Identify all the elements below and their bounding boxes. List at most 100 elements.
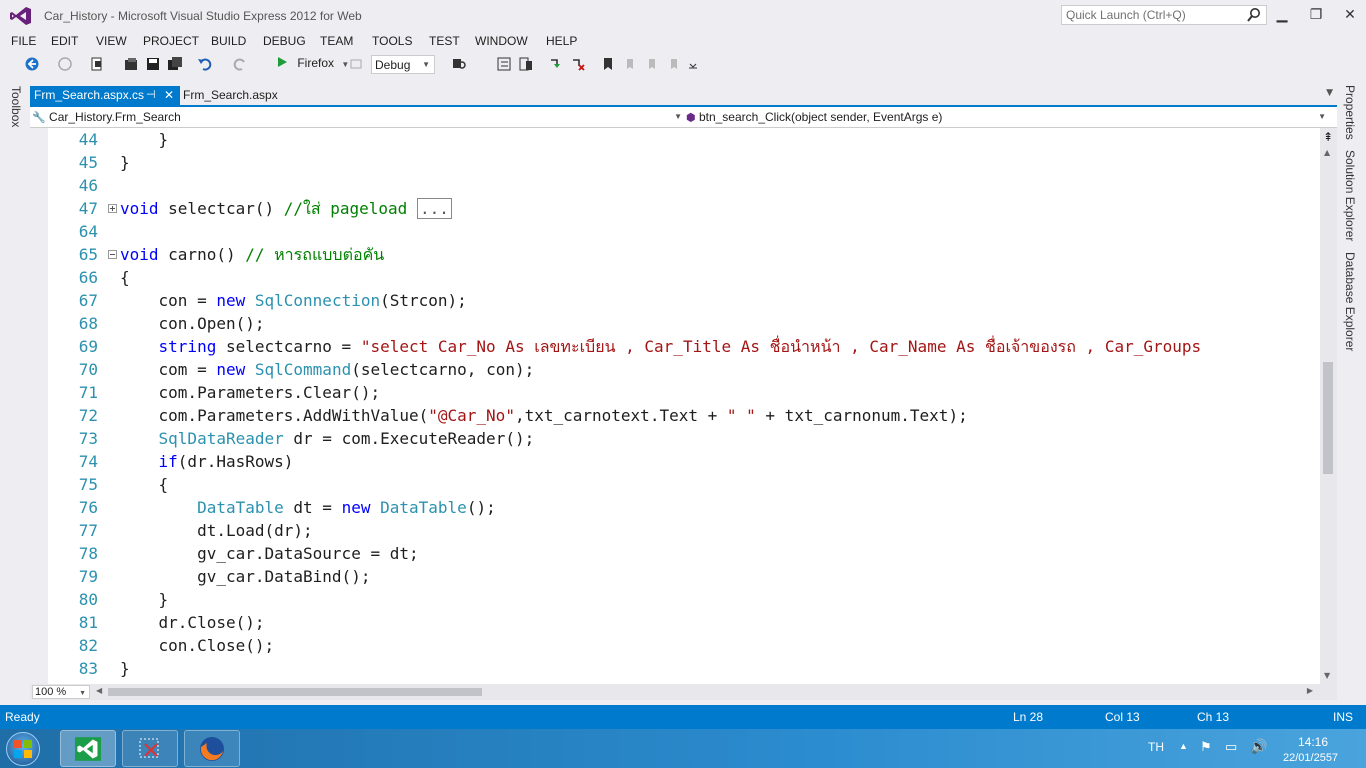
collapse-icon[interactable] xyxy=(108,250,117,259)
input-language[interactable]: TH xyxy=(1148,740,1164,754)
code-line: 65 void carno() // หารถแบบต่อคัน xyxy=(78,245,385,264)
windows-logo-icon xyxy=(14,740,32,758)
menu-view[interactable]: VIEW xyxy=(96,34,127,48)
menu-window[interactable]: WINDOW xyxy=(475,34,528,48)
code-line: 81 dr.Close(); xyxy=(78,613,265,632)
navigate-back-icon[interactable] xyxy=(24,56,40,72)
step-icon[interactable] xyxy=(548,56,564,72)
horizontal-scroll-thumb[interactable] xyxy=(108,688,482,696)
windows-taskbar: TH ▲ ⚑ ▭ 🔊 14:16 22/01/2557 xyxy=(0,729,1366,768)
menu-help[interactable]: HELP xyxy=(546,34,577,48)
menu-bar: FILE EDIT VIEW PROJECT BUILD DEBUG TEAM … xyxy=(0,32,1366,52)
code-editor[interactable]: 44 } 45} 46 47 void selectcar() //ใส่ pag… xyxy=(48,128,1320,684)
menu-file[interactable]: FILE xyxy=(11,34,36,48)
menu-test[interactable]: TEST xyxy=(429,34,460,48)
menu-tools[interactable]: TOOLS xyxy=(372,34,412,48)
code-line: 75 { xyxy=(78,475,169,494)
class-dropdown[interactable]: 🔧 Car_History.Frm_Search ▼ xyxy=(32,108,682,126)
title-bar: Car_History - Microsoft Visual Studio Ex… xyxy=(0,0,1366,32)
taskbar-snipping-tool[interactable] xyxy=(122,730,178,767)
quick-launch-input[interactable]: Quick Launch (Ctrl+Q) xyxy=(1061,5,1267,25)
scroll-right-icon[interactable]: ▶ xyxy=(1307,686,1313,695)
open-file-icon[interactable] xyxy=(123,56,139,72)
code-line: 68 con.Open(); xyxy=(78,314,265,333)
search-icon xyxy=(1247,8,1260,22)
database-explorer-tab[interactable]: Database Explorer xyxy=(1343,252,1357,351)
code-line: 76 DataTable dt = new DataTable(); xyxy=(78,498,496,517)
clock-time[interactable]: 14:16 xyxy=(1298,735,1328,749)
run-target-label: Firefox xyxy=(297,56,335,70)
visual-studio-logo-icon xyxy=(10,7,31,25)
status-insert-mode: INS xyxy=(1333,710,1354,724)
solution-explorer-tab[interactable]: Solution Explorer xyxy=(1343,150,1357,241)
previous-bookmark-icon[interactable] xyxy=(622,56,638,72)
close-tab-icon[interactable]: ✕ xyxy=(164,86,174,105)
member-dropdown[interactable]: ⬢ btn_search_Click(object sender, EventA… xyxy=(686,108,1326,126)
member-dropdown-value: btn_search_Click(object sender, EventArg… xyxy=(698,110,943,124)
start-button[interactable] xyxy=(6,732,40,766)
right-panel-strip: Properties Solution Explorer Database Ex… xyxy=(1337,80,1366,704)
code-line: 47 void selectcar() //ใส่ pageload ... xyxy=(48,197,1320,220)
menu-team[interactable]: TEAM xyxy=(320,34,353,48)
properties-tab[interactable]: Properties xyxy=(1343,85,1357,140)
scissors-icon xyxy=(139,738,159,758)
exception-icon[interactable] xyxy=(570,56,586,72)
collapsed-region[interactable]: ... xyxy=(416,198,452,219)
configuration-value: Debug xyxy=(375,58,411,72)
minimize-button[interactable]: ▁ xyxy=(1268,5,1296,25)
code-line: 79 gv_car.DataBind(); xyxy=(78,567,371,586)
scroll-down-icon[interactable]: ▼ xyxy=(1324,671,1330,680)
code-line: 67 con = new SqlConnection(Strcon); xyxy=(78,291,467,310)
start-debugging-button[interactable]: Firefox ▼ xyxy=(276,56,349,74)
expand-icon[interactable] xyxy=(108,204,117,213)
quick-launch-placeholder: Quick Launch (Ctrl+Q) xyxy=(1066,8,1186,22)
tab-label: Frm_Search.aspx xyxy=(183,88,278,102)
split-icon[interactable]: ⇞ xyxy=(1323,130,1333,144)
solution-configuration-select[interactable]: Debug ▼ xyxy=(371,55,435,74)
bookmark-icon[interactable] xyxy=(600,56,616,72)
code-line: 74 if(dr.HasRows) xyxy=(78,452,294,471)
menu-debug[interactable]: DEBUG xyxy=(263,34,306,48)
scroll-left-icon[interactable]: ◀ xyxy=(96,686,102,695)
toolbar-overflow-icon[interactable] xyxy=(685,56,701,72)
code-line: 46 xyxy=(78,176,98,195)
find-in-files-icon[interactable] xyxy=(451,56,467,72)
tab-overflow-chevron-icon[interactable]: ▼ xyxy=(1326,88,1333,98)
save-all-icon[interactable] xyxy=(167,56,183,72)
clock-date[interactable]: 22/01/2557 xyxy=(1283,752,1338,764)
toolbox-tab[interactable]: Toolbox xyxy=(9,86,23,127)
code-line: 72 com.Parameters.AddWithValue("@Car_No"… xyxy=(78,406,968,425)
editor-margin xyxy=(30,128,48,684)
pin-icon[interactable]: ⊣ xyxy=(146,86,156,105)
taskbar-visual-studio[interactable] xyxy=(60,730,116,767)
vertical-scroll-thumb[interactable] xyxy=(1323,362,1333,474)
taskbar-firefox[interactable] xyxy=(184,730,240,767)
tab-frm-search-aspx-cs[interactable]: Frm_Search.aspx.cs ⊣ ✕ xyxy=(30,86,180,105)
redo-icon[interactable] xyxy=(232,56,248,72)
solution-explorer-icon[interactable] xyxy=(496,56,512,72)
class-dropdown-value: Car_History.Frm_Search xyxy=(49,110,181,124)
new-project-icon[interactable] xyxy=(89,56,105,72)
zoom-level-select[interactable]: 100 % ▼ xyxy=(32,685,90,699)
browser-link-icon[interactable] xyxy=(349,56,365,72)
scroll-up-icon[interactable]: ▲ xyxy=(1324,148,1330,157)
properties-window-icon[interactable] xyxy=(518,56,534,72)
network-icon[interactable]: ▭ xyxy=(1225,739,1237,755)
chevron-down-icon: ▼ xyxy=(422,60,430,69)
tray-expand-icon[interactable]: ▲ xyxy=(1179,741,1188,751)
next-bookmark-icon[interactable] xyxy=(644,56,660,72)
restore-button[interactable]: ❐ xyxy=(1302,5,1330,25)
close-button[interactable]: ✕ xyxy=(1336,5,1364,25)
firefox-icon xyxy=(200,737,224,761)
action-center-icon[interactable]: ⚑ xyxy=(1200,739,1212,755)
volume-icon[interactable]: 🔊 xyxy=(1250,738,1267,755)
tab-frm-search-aspx[interactable]: Frm_Search.aspx xyxy=(180,86,278,105)
menu-build[interactable]: BUILD xyxy=(211,34,246,48)
save-icon[interactable] xyxy=(145,56,161,72)
status-char: Ch 13 xyxy=(1197,710,1230,724)
undo-icon[interactable] xyxy=(197,56,213,72)
menu-edit[interactable]: EDIT xyxy=(51,34,78,48)
clear-bookmarks-icon[interactable] xyxy=(666,56,682,72)
navigate-forward-icon[interactable] xyxy=(57,56,73,72)
menu-project[interactable]: PROJECT xyxy=(143,34,199,48)
